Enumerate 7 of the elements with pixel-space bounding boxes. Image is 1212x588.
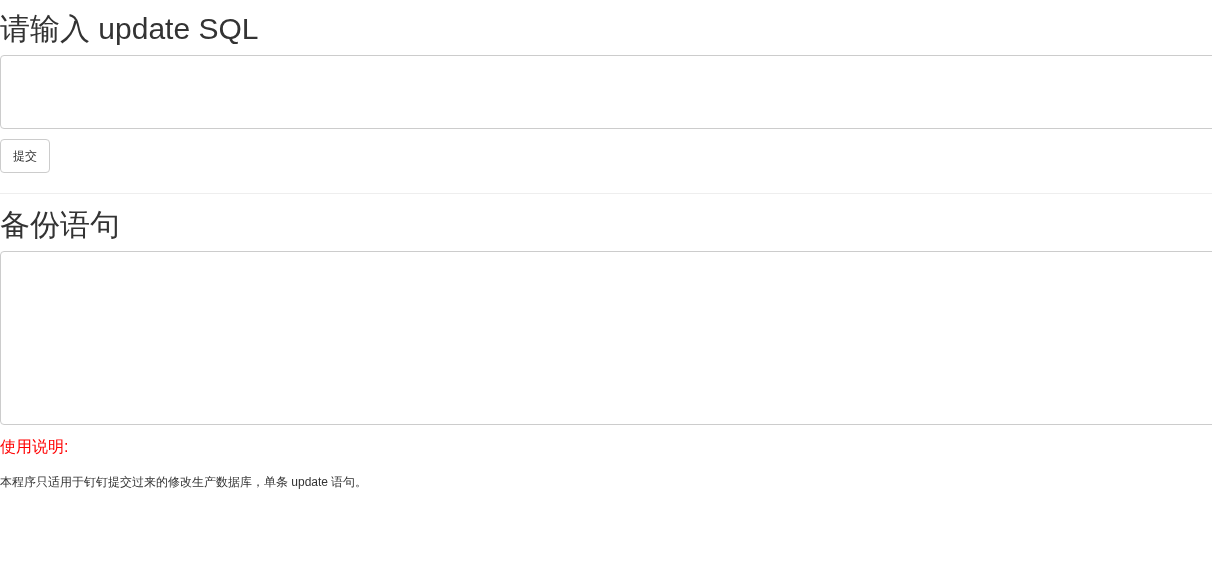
sql-input-field[interactable] (0, 55, 1212, 129)
usage-title: 使用说明: (0, 437, 69, 457)
submit-button[interactable]: 提交 (0, 139, 50, 173)
section-heading: 请输入 update SQL (0, 12, 259, 45)
section-heading: 备份语句 (0, 208, 120, 241)
usage-text: 本程序只适用于钉钉提交过来的修改生产数据库，单条 update 语句。 (0, 474, 368, 491)
backup-statement-field[interactable] (0, 251, 1212, 425)
